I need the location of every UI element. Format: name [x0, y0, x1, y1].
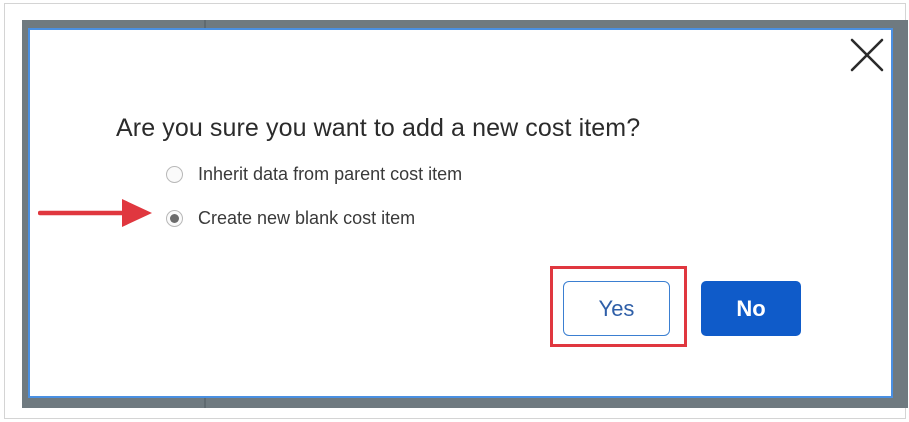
- arrow-right-icon: [38, 199, 152, 227]
- radio-option-blank[interactable]: Create new blank cost item: [166, 206, 415, 230]
- radio-label-blank: Create new blank cost item: [198, 207, 416, 228]
- radio-option-inherit[interactable]: Inherit data from parent cost item: [166, 162, 462, 186]
- radio-button-inherit[interactable]: [166, 165, 183, 183]
- close-button[interactable]: [849, 37, 885, 73]
- no-button[interactable]: No: [701, 281, 801, 336]
- confirm-dialog: [28, 28, 893, 398]
- dialog-title: Are you sure you want to add a new cost …: [116, 114, 641, 142]
- radio-label-inherit: Inherit data from parent cost item: [198, 163, 463, 184]
- close-icon: [850, 38, 884, 72]
- yes-button[interactable]: Yes: [563, 281, 670, 336]
- radio-button-blank[interactable]: [166, 209, 183, 227]
